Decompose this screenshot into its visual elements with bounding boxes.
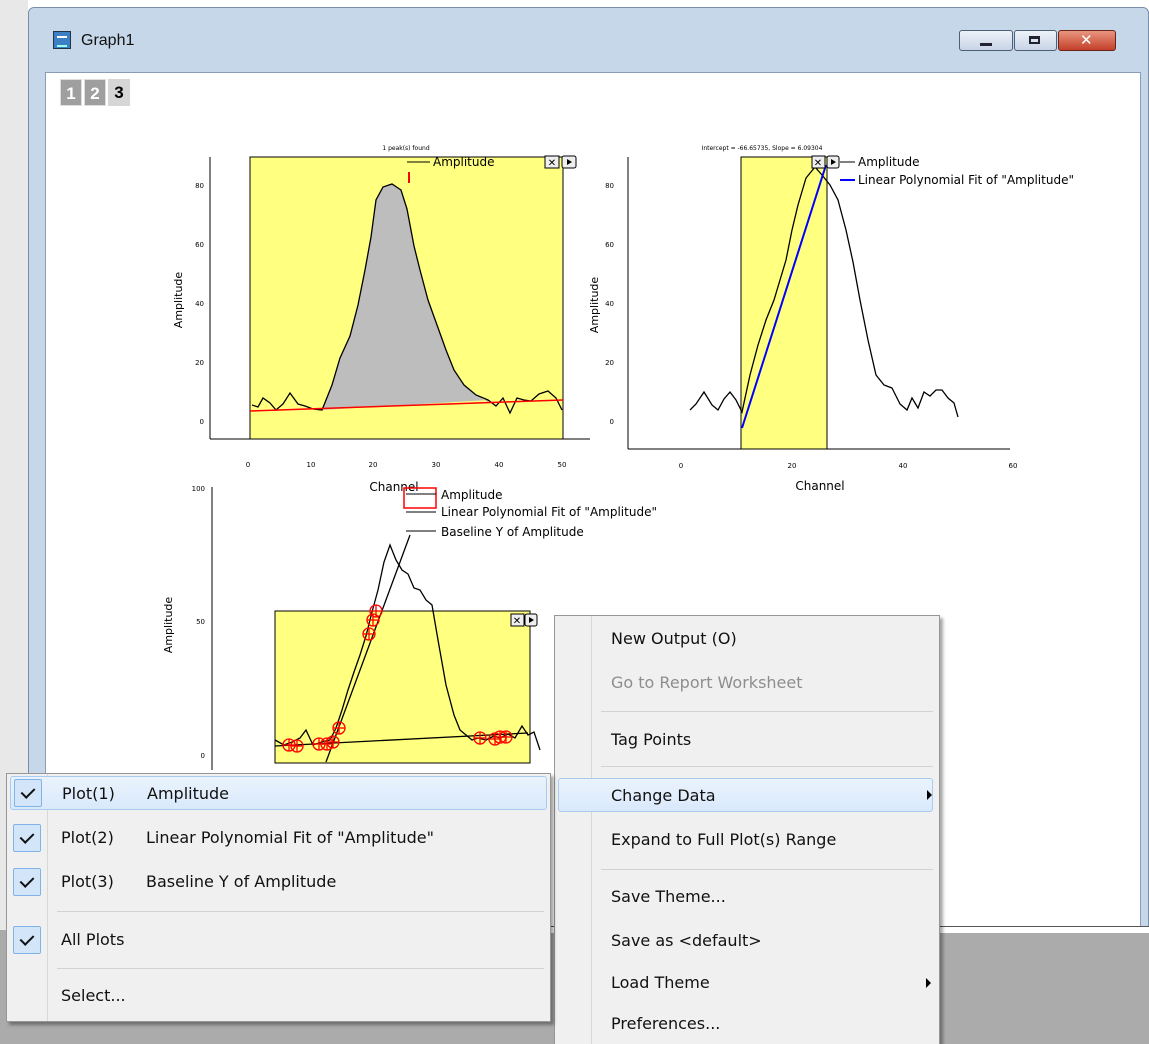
graph-2-xtick-20: 20 xyxy=(788,462,797,470)
graph-3-legend-label-3: Baseline Y of Amplitude xyxy=(441,525,584,539)
graph-2-close-glyph: ✕ xyxy=(814,158,822,169)
menu-separator xyxy=(57,968,544,969)
graph-2-ytick-20: 20 xyxy=(605,359,614,367)
graph-2-xtick-60: 60 xyxy=(1009,462,1018,470)
menu-item-go-to-report-worksheet[interactable]: Go to Report Worksheet xyxy=(555,666,939,700)
graph-1-xtick-10: 10 xyxy=(307,461,316,469)
graph-1-ytick-0: 0 xyxy=(200,418,204,426)
plot-3-tag: Plot(3) xyxy=(61,872,114,891)
graph-1-close-glyph: ✕ xyxy=(548,158,556,169)
graph-1-ytick-40: 40 xyxy=(195,300,204,308)
submenu-item-select[interactable]: Select... xyxy=(7,979,550,1013)
menu-item-save-as-default-label: Save as <default> xyxy=(611,931,762,950)
plot-1-tag: Plot(1) xyxy=(62,784,115,803)
graph-1-ytick-20: 20 xyxy=(195,359,204,367)
graph-3-ytick-50: 50 xyxy=(196,618,205,626)
change-data-submenu: Plot(1) Amplitude Plot(2) Linear Polynom… xyxy=(6,773,551,1022)
menu-separator xyxy=(601,766,933,767)
submenu-item-plot-1[interactable]: Plot(1) Amplitude xyxy=(10,776,547,810)
select-label: Select... xyxy=(61,986,126,1005)
graph-3-y-label: Amplitude xyxy=(162,597,175,654)
menu-item-new-output-label: New Output (O) xyxy=(611,629,737,648)
check-icon xyxy=(14,779,42,807)
graph-3-panel xyxy=(274,610,531,764)
graph-1-header: 1 peak(s) found xyxy=(382,145,429,152)
graph-1-xtick-40: 40 xyxy=(495,461,504,469)
graph-2-legend-label-2: Linear Polynomial Fit of "Amplitude" xyxy=(858,173,1074,187)
graph-2-ytick-80: 80 xyxy=(605,182,614,190)
graph-1[interactable]: Amplitude 1 peak(s) found ✕ 0 20 40 60 8… xyxy=(172,145,590,494)
menu-item-load-theme[interactable]: Load Theme xyxy=(555,966,939,1000)
menu-separator xyxy=(57,911,544,912)
menu-item-preferences[interactable]: Preferences... xyxy=(555,1007,939,1041)
graph-3-legend-label-1: Amplitude xyxy=(441,488,503,502)
submenu-item-plot-2[interactable]: Plot(2) Linear Polynomial Fit of "Amplit… xyxy=(7,821,550,855)
context-menu: New Output (O) Go to Report Worksheet Ta… xyxy=(554,615,940,1044)
graph-1-x-label: Channel xyxy=(369,480,418,494)
graph-1-xtick-30: 30 xyxy=(432,461,441,469)
menu-item-expand-full-range-label: Expand to Full Plot(s) Range xyxy=(611,830,837,849)
graph-2-xtick-40: 40 xyxy=(899,462,908,470)
graph-2-header: Intercept = -66.65735, Slope = 6.09304 xyxy=(702,145,823,152)
graph-3-ytick-0: 0 xyxy=(201,752,205,760)
graph-1-xtick-20: 20 xyxy=(369,461,378,469)
graph-2-ytick-40: 40 xyxy=(605,300,614,308)
graph-1-ytick-80: 80 xyxy=(195,182,204,190)
graph-2-y-label: Amplitude xyxy=(588,277,601,334)
check-icon xyxy=(13,868,41,896)
menu-separator xyxy=(601,869,933,870)
plot-2-name: Linear Polynomial Fit of "Amplitude" xyxy=(146,828,434,847)
submenu-item-all-plots[interactable]: All Plots xyxy=(7,923,550,957)
check-icon xyxy=(13,824,41,852)
graph-2-xtick-0: 0 xyxy=(679,462,683,470)
graph-2-legend-label-1: Amplitude xyxy=(858,155,920,169)
menu-item-tag-points[interactable]: Tag Points xyxy=(555,723,939,757)
submenu-arrow-icon xyxy=(927,790,932,800)
menu-item-load-theme-label: Load Theme xyxy=(611,973,710,992)
menu-item-tag-points-label: Tag Points xyxy=(611,730,692,749)
menu-item-change-data[interactable]: Change Data xyxy=(558,778,933,812)
graph-2-x-label: Channel xyxy=(795,479,844,493)
menu-item-go-to-report-worksheet-label: Go to Report Worksheet xyxy=(611,673,803,692)
graph-2-ytick-0: 0 xyxy=(610,418,614,426)
graph-2-ytick-60: 60 xyxy=(605,241,614,249)
menu-item-save-as-default[interactable]: Save as <default> xyxy=(555,924,939,958)
menu-item-save-theme[interactable]: Save Theme... xyxy=(555,880,939,914)
plot-2-tag: Plot(2) xyxy=(61,828,114,847)
graph-1-xtick-50: 50 xyxy=(558,461,567,469)
graph-1-legend-label: Amplitude xyxy=(433,155,495,169)
plot-3-name: Baseline Y of Amplitude xyxy=(146,872,337,891)
menu-item-expand-full-range[interactable]: Expand to Full Plot(s) Range xyxy=(555,823,939,857)
check-icon xyxy=(13,926,41,954)
graph-3-legend-label-2: Linear Polynomial Fit of "Amplitude" xyxy=(441,505,657,519)
submenu-arrow-icon xyxy=(926,978,931,988)
graph-1-xtick-0: 0 xyxy=(246,461,250,469)
graph-3-close-glyph: ✕ xyxy=(513,616,521,627)
submenu-item-plot-3[interactable]: Plot(3) Baseline Y of Amplitude xyxy=(7,865,550,899)
graph-1-ytick-60: 60 xyxy=(195,241,204,249)
menu-item-preferences-label: Preferences... xyxy=(611,1014,721,1033)
graph-1-y-label: Amplitude xyxy=(172,272,185,329)
graph-2[interactable]: ✕ Amplitude Linear Polynomial Fit of "Am… xyxy=(588,145,1074,493)
all-plots-label: All Plots xyxy=(61,930,125,949)
graph-3-ytick-100: 100 xyxy=(192,485,205,493)
menu-item-new-output[interactable]: New Output (O) xyxy=(555,622,939,656)
plot-1-name: Amplitude xyxy=(147,784,229,803)
menu-item-save-theme-label: Save Theme... xyxy=(611,887,726,906)
menu-separator xyxy=(601,711,933,712)
menu-item-change-data-label: Change Data xyxy=(611,786,716,805)
